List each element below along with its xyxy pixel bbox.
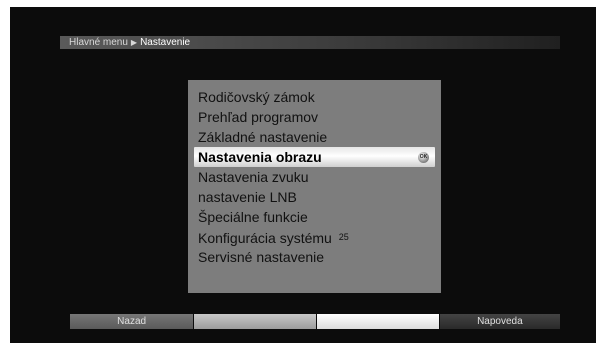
- menu-item-label: Konfigurácia systému: [198, 230, 332, 246]
- menu-item-picture-settings[interactable]: Nastavenia obrazu OK: [194, 147, 435, 167]
- menu-item-lnb-settings[interactable]: nastavenie LNB: [188, 187, 441, 207]
- settings-menu-panel: Rodičovský zámok Prehľad programov Zákla…: [188, 80, 441, 293]
- menu-item-system-configuration[interactable]: Konfigurácia systému 25: [188, 227, 441, 247]
- menu-item-label: Nastavenia zvuku: [198, 169, 309, 185]
- breadcrumb-separator-icon: ▶: [130, 38, 138, 47]
- settings-menu-list: Rodičovský zámok Prehľad programov Zákla…: [188, 87, 441, 267]
- page-top-margin: [0, 0, 606, 7]
- menu-item-label: Servisné nastavenie: [198, 249, 325, 265]
- menu-item-label: Nastavenia obrazu: [198, 149, 322, 165]
- breadcrumb-root[interactable]: Hlavné menu: [69, 37, 128, 48]
- menu-item-program-guide[interactable]: Prehľad programov: [188, 107, 441, 127]
- help-button[interactable]: Napoveda: [439, 314, 561, 329]
- back-button[interactable]: Nazad: [70, 314, 194, 329]
- menu-item-special-functions[interactable]: Špeciálne funkcie: [188, 207, 441, 227]
- menu-item-service-settings[interactable]: Servisné nastavenie: [188, 247, 441, 267]
- breadcrumb-current: Nastavenie: [140, 37, 191, 48]
- tv-screen: Hlavné menu ▶ Nastavenie Rodičovský zámo…: [10, 7, 596, 343]
- breadcrumb: Hlavné menu ▶ Nastavenie: [60, 36, 560, 49]
- menu-item-label: Rodičovský zámok: [198, 89, 315, 105]
- menu-item-label: Základné nastavenie: [198, 129, 328, 145]
- menu-item-label: Špeciálne funkcie: [198, 209, 308, 225]
- green-key-button[interactable]: [194, 314, 316, 329]
- menu-item-sound-settings[interactable]: Nastavenia zvuku: [188, 167, 441, 187]
- menu-item-suffix: 25: [338, 232, 349, 242]
- menu-item-basic-settings[interactable]: Základné nastavenie: [188, 127, 441, 147]
- color-key-bar: Nazad Napoveda: [70, 314, 561, 329]
- menu-item-parental-lock[interactable]: Rodičovský zámok: [188, 87, 441, 107]
- menu-item-label: nastavenie LNB: [198, 189, 297, 205]
- menu-item-label: Prehľad programov: [198, 109, 319, 125]
- ok-button-icon: OK: [418, 152, 429, 163]
- yellow-key-button[interactable]: [316, 314, 439, 329]
